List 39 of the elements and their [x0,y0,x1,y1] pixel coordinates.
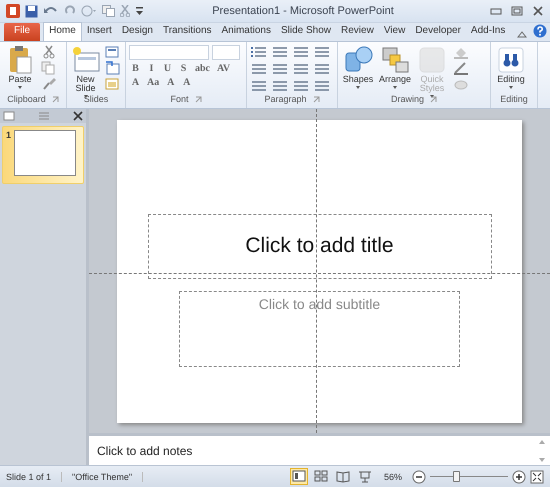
format-button[interactable]: I [145,63,158,74]
format-button[interactable]: B [129,63,142,74]
ribbon-button[interactable]: Paste [3,45,37,91]
format-button[interactable]: Aa [145,77,162,88]
slide-info: Slide 1 of 1 [6,472,62,482]
slide-number: 1 [6,130,12,140]
zoom-level[interactable]: 56% [384,472,402,482]
slide-thumbnail[interactable]: 1 [2,126,84,184]
theme-name: "Office Theme" [72,472,144,482]
group-label: Editing [500,94,528,104]
group-label: Font [170,94,188,104]
notes-placeholder[interactable]: Click to add notes [97,444,192,458]
window-title: Presentation1 - Microsoft PowerPoint [211,5,395,17]
format-button[interactable]: S [177,63,190,74]
ribbon-tab[interactable]: Slide Show [276,23,336,41]
ribbon-button[interactable]: Arrange [378,45,412,91]
ribbon-tab[interactable]: Add-Ins [466,23,510,41]
ribbon-tab[interactable]: Home [43,22,82,41]
subtitle-placeholder[interactable]: Click to add subtitle [179,290,460,366]
format-button[interactable]: abc [193,63,212,74]
group-label: Paragraph [264,94,307,104]
file-tab[interactable]: File [4,23,40,41]
format-button[interactable]: AV [215,63,232,74]
format-button[interactable]: A [164,77,178,88]
format-button[interactable]: A [129,77,142,88]
ribbon-tab[interactable]: View [378,23,410,41]
ribbon-tab[interactable]: Design [116,23,158,41]
ribbon-button[interactable]: Editing [494,45,528,91]
ribbon-tab[interactable]: Transitions [158,23,217,41]
group-label: Drawing [390,94,424,104]
ribbon-tab[interactable]: Animations [216,23,276,41]
ribbon-tab[interactable]: Insert [82,23,117,41]
ribbon-tab[interactable]: Developer [410,23,466,41]
ribbon-button[interactable]: Shapes [341,45,375,91]
group-label: Clipboard [7,94,46,104]
format-button[interactable]: A [180,77,194,88]
title-placeholder[interactable]: Click to add title [148,214,492,278]
ribbon-tab[interactable]: Review [336,23,379,41]
format-button[interactable]: U [161,63,174,74]
